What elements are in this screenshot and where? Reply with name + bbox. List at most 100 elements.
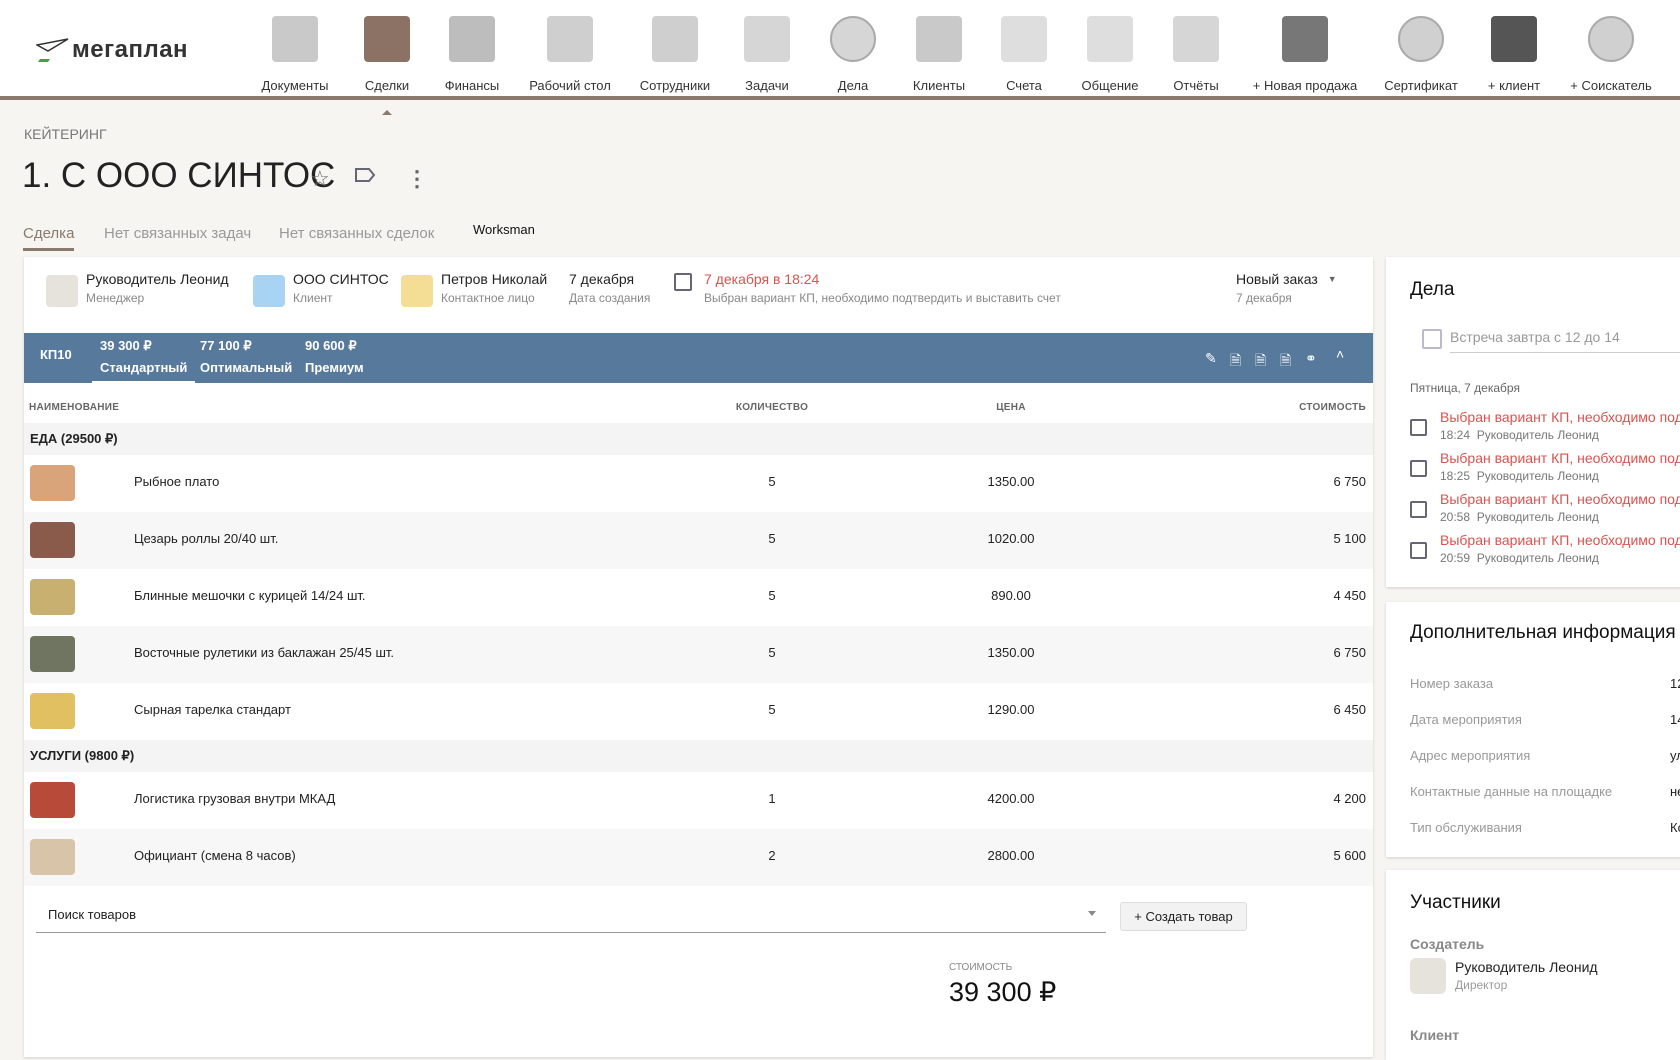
- link-icon[interactable]: ⚭: [1305, 350, 1317, 367]
- create-product-button[interactable]: + Создать товар: [1120, 902, 1247, 931]
- edit-pencil-icon[interactable]: ✎: [1205, 350, 1217, 367]
- chevron-down-icon: ▼: [1327, 274, 1337, 284]
- status-dropdown[interactable]: Новый заказ 7 декабря ▼: [1236, 271, 1337, 305]
- variant-standard[interactable]: 39 300 ₽ Стандартный: [92, 338, 196, 384]
- created-value: 7 декабря: [569, 271, 635, 287]
- collapse-chevron-icon[interactable]: ˄: [1336, 346, 1344, 362]
- status-date: 7 декабря: [1236, 291, 1292, 305]
- column-header-qty: КОЛИЧЕСТВО: [735, 402, 809, 413]
- table-row[interactable]: Блинные мешочки с курицей 14/24 шт. 5 89…: [24, 569, 1373, 626]
- tab-deals[interactable]: Нет связанных сделок: [279, 225, 434, 248]
- product-name[interactable]: Логистика грузовая внутри МКАД: [134, 791, 335, 806]
- field-value[interactable]: 12: [1670, 676, 1680, 691]
- product-name[interactable]: Цезарь роллы 20/40 шт.: [134, 531, 278, 546]
- contact-info[interactable]: Петров Николай Контактное лицо: [401, 271, 547, 307]
- nav-item-4[interactable]: Рабочий стол: [515, 16, 625, 93]
- nav-item-15[interactable]: + Соискатель: [1556, 16, 1666, 93]
- extra-info-title: Дополнительная информация: [1410, 622, 1676, 643]
- extra-info-panel: Дополнительная информация Номер заказа 12…: [1386, 602, 1680, 857]
- table-row[interactable]: Официант (смена 8 часов) 2 2800.00 5 600: [24, 829, 1373, 886]
- table-row[interactable]: Цезарь роллы 20/40 шт. 5 1020.00 5 100: [24, 512, 1373, 569]
- column-header-name: НАИМЕНОВАНИЕ: [29, 402, 120, 413]
- task-date[interactable]: 7 декабря в 18:24: [704, 271, 1061, 287]
- task-checkbox[interactable]: [1410, 501, 1427, 518]
- table-row[interactable]: Логистика грузовая внутри МКАД 1 4200.00…: [24, 772, 1373, 829]
- task-checkbox[interactable]: [674, 273, 692, 291]
- table-row[interactable]: Сырная тарелка стандарт 5 1290.00 6 450: [24, 683, 1373, 740]
- tasks-day: Пятница, 7 декабря: [1410, 381, 1520, 395]
- tab-worksman[interactable]: Worksman: [473, 222, 535, 243]
- product-qty: 5: [768, 531, 776, 546]
- variant-sum: 90 600 ₽: [305, 338, 357, 353]
- pdf-icon[interactable]: 🗎: [1255, 350, 1266, 374]
- product-name[interactable]: Восточные рулетики из баклажан 25/45 шт.: [134, 645, 394, 660]
- product-search-input[interactable]: Поиск товаров: [36, 900, 1106, 933]
- manager-name: Руководитель Леонид: [86, 271, 229, 287]
- pdf-icon[interactable]: 🗎: [1230, 350, 1241, 374]
- task-title[interactable]: Выбран вариант КП, необходимо подтвердит…: [1440, 532, 1680, 548]
- status-value: Новый заказ: [1236, 271, 1318, 287]
- star-icon[interactable]: ☆: [310, 166, 330, 192]
- nav-item-14[interactable]: + клиент: [1459, 16, 1569, 93]
- field-label: Адрес мероприятия: [1410, 748, 1531, 763]
- creator-name[interactable]: Руководитель Леонид: [1455, 959, 1598, 975]
- product-qty: 5: [768, 702, 776, 717]
- add-client-icon: [1491, 16, 1537, 62]
- top-navigation: мегаплан Документы Сделки Финансы Рабочий с…: [0, 0, 1680, 115]
- product-price: 4200.00: [987, 791, 1035, 806]
- task-time: 20:59: [1440, 551, 1471, 565]
- product-price: 2800.00: [987, 848, 1035, 863]
- task-title[interactable]: Выбран вариант КП, необходимо подтвердит…: [1440, 409, 1680, 425]
- new-task-input[interactable]: Встреча завтра с 12 до 14: [1450, 323, 1680, 353]
- field-value[interactable]: не: [1670, 784, 1680, 799]
- product-name[interactable]: Официант (смена 8 часов): [134, 848, 296, 863]
- nav-item-12[interactable]: + Новая продажа: [1250, 16, 1360, 93]
- product-name[interactable]: Блинные мешочки с курицей 14/24 шт.: [134, 588, 366, 603]
- calendar-icon: [1422, 329, 1442, 349]
- table-row[interactable]: Рыбное плато 5 1350.00 6 750: [24, 455, 1373, 512]
- product-cost: 5 600: [1333, 848, 1366, 863]
- tab-tasks[interactable]: Нет связанных задач: [104, 225, 251, 248]
- task-checkbox[interactable]: [1410, 419, 1427, 436]
- task-title[interactable]: Выбран вариант КП, необходимо подтвердит…: [1440, 491, 1680, 507]
- variant-premium[interactable]: 90 600 ₽ Премиум: [297, 338, 372, 381]
- field-value[interactable]: Ко: [1670, 820, 1680, 835]
- id-cards-icon: [652, 16, 698, 62]
- breadcrumb[interactable]: КЕЙТЕРИНГ: [24, 126, 107, 142]
- task-author: Руководитель Леонид: [1476, 551, 1599, 565]
- task-title[interactable]: Выбран вариант КП, необходимо подтвердит…: [1440, 450, 1680, 466]
- variant-sum: 77 100 ₽: [200, 338, 252, 353]
- contact-person-icon: [401, 275, 433, 307]
- manager-info[interactable]: Руководитель Леонид Менеджер: [46, 271, 229, 307]
- total-label: СТОИМОСТЬ: [949, 962, 1013, 973]
- client-info[interactable]: ООО СИНТОС Клиент: [253, 271, 389, 307]
- task-meta: 18:24 Руководитель Леонид: [1440, 428, 1599, 442]
- logo[interactable]: мегаплан: [36, 36, 188, 64]
- product-name[interactable]: Сырная тарелка стандарт: [134, 702, 291, 717]
- task-checkbox[interactable]: [1410, 460, 1427, 477]
- product-qty: 2: [768, 848, 776, 863]
- total-value: 39 300 ₽: [949, 977, 1057, 1007]
- nav-item-3[interactable]: Финансы: [417, 16, 527, 93]
- product-price: 1350.00: [987, 645, 1035, 660]
- product-name[interactable]: Рыбное плато: [134, 474, 219, 489]
- creator-role: Директор: [1455, 978, 1508, 992]
- excel-icon[interactable]: 🗎: [1280, 350, 1291, 374]
- variant-optimal[interactable]: 77 100 ₽ Оптимальный: [192, 338, 300, 381]
- column-header-price: ЦЕНА: [996, 402, 1026, 413]
- client-label: Клиент: [1410, 1027, 1460, 1043]
- created-date: 7 декабря Дата создания: [569, 271, 650, 305]
- tag-icon[interactable]: [354, 164, 376, 190]
- tasks-panel: Дела Встреча завтра с 12 до 14 Пятница, …: [1386, 257, 1680, 587]
- field-value[interactable]: ул: [1670, 748, 1680, 763]
- tab-deal[interactable]: Сделка: [23, 225, 75, 251]
- nav-item-11[interactable]: Отчёты: [1141, 16, 1251, 93]
- field-value[interactable]: 14: [1670, 712, 1680, 727]
- more-options-icon[interactable]: ⋮: [406, 166, 428, 192]
- participants-title: Участники: [1410, 892, 1501, 913]
- product-qty: 5: [768, 588, 776, 603]
- field-label: Номер заказа: [1410, 676, 1494, 691]
- table-row[interactable]: Восточные рулетики из баклажан 25/45 шт.…: [24, 626, 1373, 683]
- task-checkbox[interactable]: [1410, 542, 1427, 559]
- task-meta: 18:25 Руководитель Леонид: [1440, 469, 1599, 483]
